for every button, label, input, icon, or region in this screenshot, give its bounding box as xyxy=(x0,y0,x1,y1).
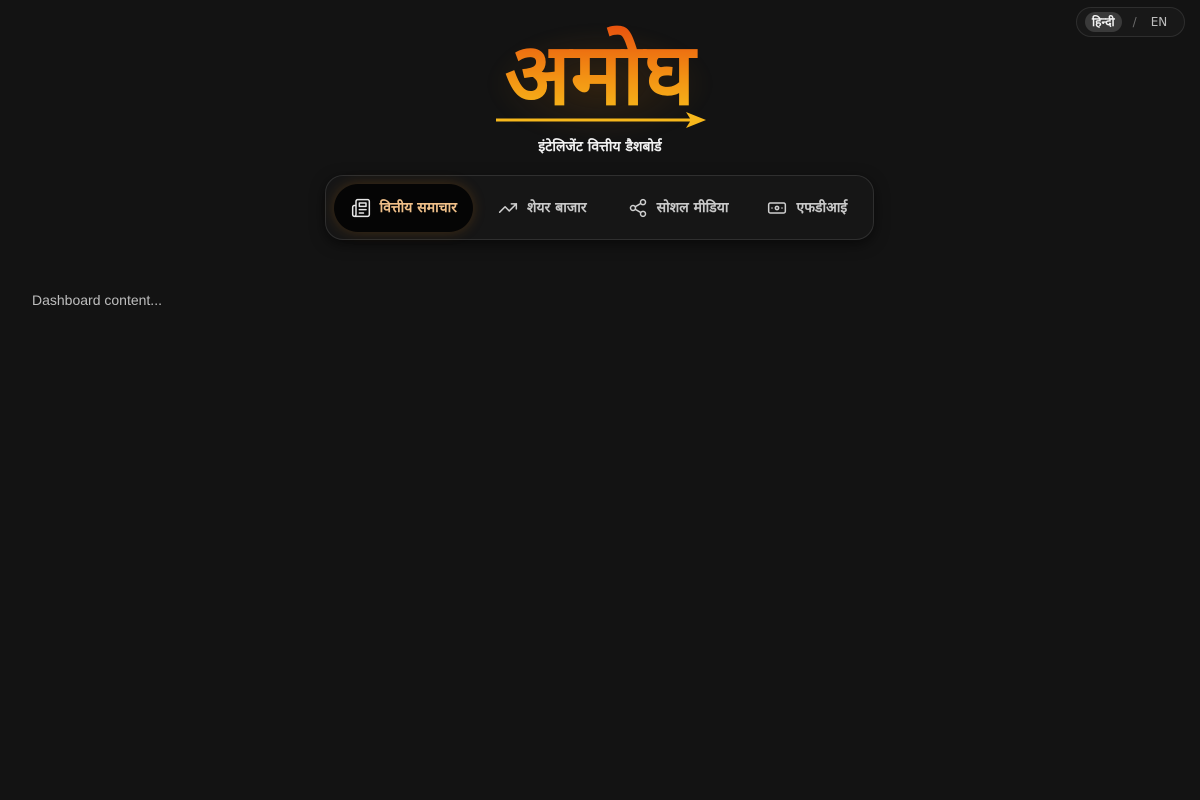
brand-header: अमोघ इंटेलिजेंट वित्तीय डैशबोर्ड xyxy=(468,8,732,158)
brand-logo: अमोघ xyxy=(496,25,706,128)
tab-fdi[interactable]: एफडीआई xyxy=(750,184,863,232)
share-icon xyxy=(627,197,649,219)
trending-up-icon xyxy=(497,197,519,219)
tab-financial-news-label: वित्तीय समाचार xyxy=(379,200,457,216)
tab-stock-market-label: शेयर बाजार xyxy=(527,200,587,216)
main-nav: वित्तीय समाचार शेयर बाजार सोशल मीडिया एफ… xyxy=(325,175,874,240)
banknote-icon xyxy=(766,197,788,219)
tab-fdi-label: एफडीआई xyxy=(796,200,848,216)
tab-social-media-label: सोशल मीडिया xyxy=(656,200,729,216)
language-option-english[interactable]: EN xyxy=(1147,12,1172,32)
language-toggle: हिन्दी / EN xyxy=(1076,7,1185,37)
language-option-hindi[interactable]: हिन्दी xyxy=(1085,12,1122,32)
language-separator: / xyxy=(1132,15,1137,29)
tab-social-media[interactable]: सोशल मीडिया xyxy=(611,184,745,232)
logo-text: अमोघ xyxy=(505,25,698,125)
dashboard-content-placeholder: Dashboard content... xyxy=(32,292,162,308)
tab-financial-news[interactable]: वित्तीय समाचार xyxy=(334,183,473,232)
app-root: हिन्दी / EN अमोघ इंटेलिजेंट वित्तीय डैशब… xyxy=(0,0,1200,800)
tab-stock-market[interactable]: शेयर बाजार xyxy=(481,184,603,232)
tagline: इंटेलिजेंट वित्तीय डैशबोर्ड xyxy=(538,139,662,155)
newspaper-icon xyxy=(350,197,372,219)
